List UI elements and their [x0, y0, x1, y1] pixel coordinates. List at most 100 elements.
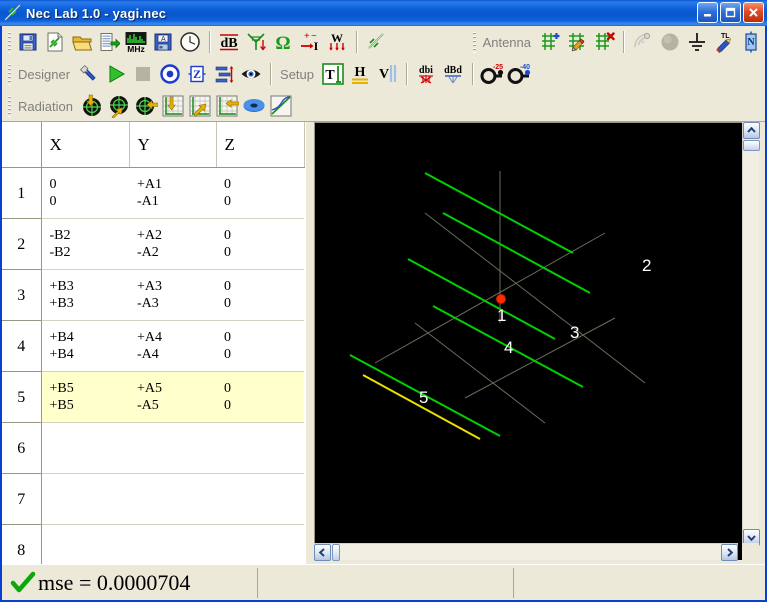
toolbar-grip[interactable] [6, 95, 13, 117]
wire-label-1: 1 [497, 306, 506, 325]
add-wire-icon[interactable] [537, 29, 563, 55]
wire-table-panel[interactable]: X Y Z 1 00 +A1 -A1 00 2 -B2 -B2 +A2 -A2 … [2, 122, 307, 564]
torus-3d-icon[interactable] [241, 93, 267, 119]
toolbar-grip[interactable] [6, 31, 13, 53]
table-row[interactable]: 8 [2, 524, 304, 564]
cell-x[interactable] [41, 524, 129, 564]
toolbar-grip[interactable] [470, 31, 478, 53]
table-row[interactable]: 7 [2, 473, 304, 525]
cell-x[interactable] [41, 422, 129, 474]
cell-x[interactable]: +B4 +B4 [41, 320, 129, 372]
impedance-z-icon[interactable]: Z [184, 61, 210, 87]
cell-y[interactable]: +A1 -A1 [129, 167, 216, 219]
minimize-button[interactable] [697, 2, 718, 23]
wire-table[interactable]: X Y Z 1 00 +A1 -A1 00 2 -B2 -B2 +A2 -A2 … [2, 122, 305, 564]
table-row[interactable]: 4 +B4 +B4 +A4 -A4 00 [2, 320, 304, 372]
cartesian-down-icon[interactable] [160, 93, 186, 119]
cell-z[interactable]: 00 [216, 320, 304, 372]
table-row[interactable]: 3 +B3 +B3 +A3 -A3 00 [2, 269, 304, 321]
dbd-icon[interactable]: dBd [440, 61, 466, 87]
save-icon[interactable] [15, 29, 41, 55]
antenna-pattern-icon[interactable] [243, 29, 269, 55]
open-folder-icon[interactable] [69, 29, 95, 55]
cell-z[interactable] [216, 473, 304, 525]
cell-y[interactable]: +A4 -A4 [129, 320, 216, 372]
viewport-vertical-scrollbar[interactable] [742, 122, 760, 546]
title-bar[interactable]: Nec Lab 1.0 - yagi.nec [0, 0, 767, 26]
polar-down-icon[interactable] [79, 93, 105, 119]
cell-z[interactable]: 00 [216, 167, 304, 219]
table-row[interactable]: 1 00 +A1 -A1 00 [2, 167, 304, 219]
db-gain-icon[interactable]: dB [216, 29, 242, 55]
current-source-icon[interactable]: + − I [297, 29, 323, 55]
stop-icon[interactable] [130, 61, 156, 87]
cell-z[interactable]: 00 [216, 269, 304, 321]
graph-icon[interactable] [268, 93, 294, 119]
cartesian-up-icon[interactable] [187, 93, 213, 119]
clock-icon[interactable] [177, 29, 203, 55]
maximize-button[interactable] [720, 2, 741, 23]
polar-scale-40-icon[interactable]: -40 [506, 61, 532, 87]
cell-x[interactable]: -B2 -B2 [41, 218, 129, 270]
horizontal-field-icon[interactable]: H [347, 61, 373, 87]
scroll-right-button[interactable] [721, 544, 738, 561]
cell-y[interactable] [129, 524, 216, 564]
cell-y[interactable]: +A5 -A5 [129, 371, 216, 423]
table-row[interactable]: 6 [2, 422, 304, 474]
polar-scale-25-icon[interactable]: -25 [479, 61, 505, 87]
scroll-up-button[interactable] [743, 122, 760, 139]
vertical-field-icon[interactable]: V [374, 61, 400, 87]
toolbar-grip[interactable] [6, 63, 13, 85]
export-icon[interactable] [96, 29, 122, 55]
cell-x[interactable]: +B5 +B5 [41, 371, 129, 423]
scroll-left-button[interactable] [314, 544, 331, 561]
cell-y[interactable]: +A3 -A3 [129, 269, 216, 321]
radiation-arc-icon[interactable] [630, 29, 656, 55]
run-icon[interactable] [103, 61, 129, 87]
cell-x[interactable]: +B3 +B3 [41, 269, 129, 321]
table-row-selected[interactable]: 5 +B5 +B5 +A5 -A5 00 [2, 371, 304, 423]
cell-x[interactable]: 00 [41, 167, 129, 219]
antenna-3d-view[interactable]: 1 2 3 4 5 [314, 122, 748, 560]
polar-up-icon[interactable] [106, 93, 132, 119]
column-header-y[interactable]: Y [129, 122, 217, 168]
dbi-icon[interactable]: dbi [413, 61, 439, 87]
new-file-icon[interactable] [42, 29, 68, 55]
close-button[interactable] [743, 2, 764, 23]
table-row[interactable]: 2 -B2 -B2 +A2 -A2 00 [2, 218, 304, 270]
ground-icon[interactable] [684, 29, 710, 55]
cartesian-left-icon[interactable] [214, 93, 240, 119]
impedance-omega-icon[interactable]: Ω [270, 29, 296, 55]
scroll-vertical-thumb[interactable] [743, 140, 760, 151]
total-field-icon[interactable]: T [320, 61, 346, 87]
sliders-icon[interactable] [211, 61, 237, 87]
cell-z[interactable]: 00 [216, 218, 304, 270]
power-watt-icon[interactable]: W [324, 29, 350, 55]
column-header-index[interactable] [2, 122, 42, 168]
polar-left-icon[interactable] [133, 93, 159, 119]
cell-y[interactable] [129, 473, 216, 525]
cell-x[interactable] [41, 473, 129, 525]
wrench-icon[interactable] [76, 61, 102, 87]
viewport-horizontal-scrollbar[interactable] [314, 543, 738, 561]
wires-icon[interactable] [363, 29, 389, 55]
frequency-mhz-icon[interactable]: MHz [123, 29, 149, 55]
preview-eye-icon[interactable] [238, 61, 264, 87]
cell-y[interactable]: +A2 -A2 [129, 218, 216, 270]
cell-z[interactable] [216, 524, 304, 564]
cell-z[interactable] [216, 422, 304, 474]
cell-z-end: 0 [224, 194, 231, 209]
transmission-line-icon[interactable]: TL [711, 29, 737, 55]
sphere-icon[interactable] [657, 29, 683, 55]
cell-y[interactable] [129, 422, 216, 474]
cell-z[interactable]: 00 [216, 371, 304, 423]
column-header-x[interactable]: X [41, 122, 130, 168]
scroll-horizontal-thumb[interactable] [332, 544, 340, 561]
network-icon[interactable]: N [738, 29, 764, 55]
save-as-icon[interactable]: A [150, 29, 176, 55]
delete-wire-icon[interactable] [591, 29, 617, 55]
toolbar-row-designer: Designer Z Setup T H V dbi dBd -25 -40 [2, 58, 765, 90]
target-icon[interactable] [157, 61, 183, 87]
edit-wire-icon[interactable] [564, 29, 590, 55]
column-header-z[interactable]: Z [216, 122, 305, 168]
